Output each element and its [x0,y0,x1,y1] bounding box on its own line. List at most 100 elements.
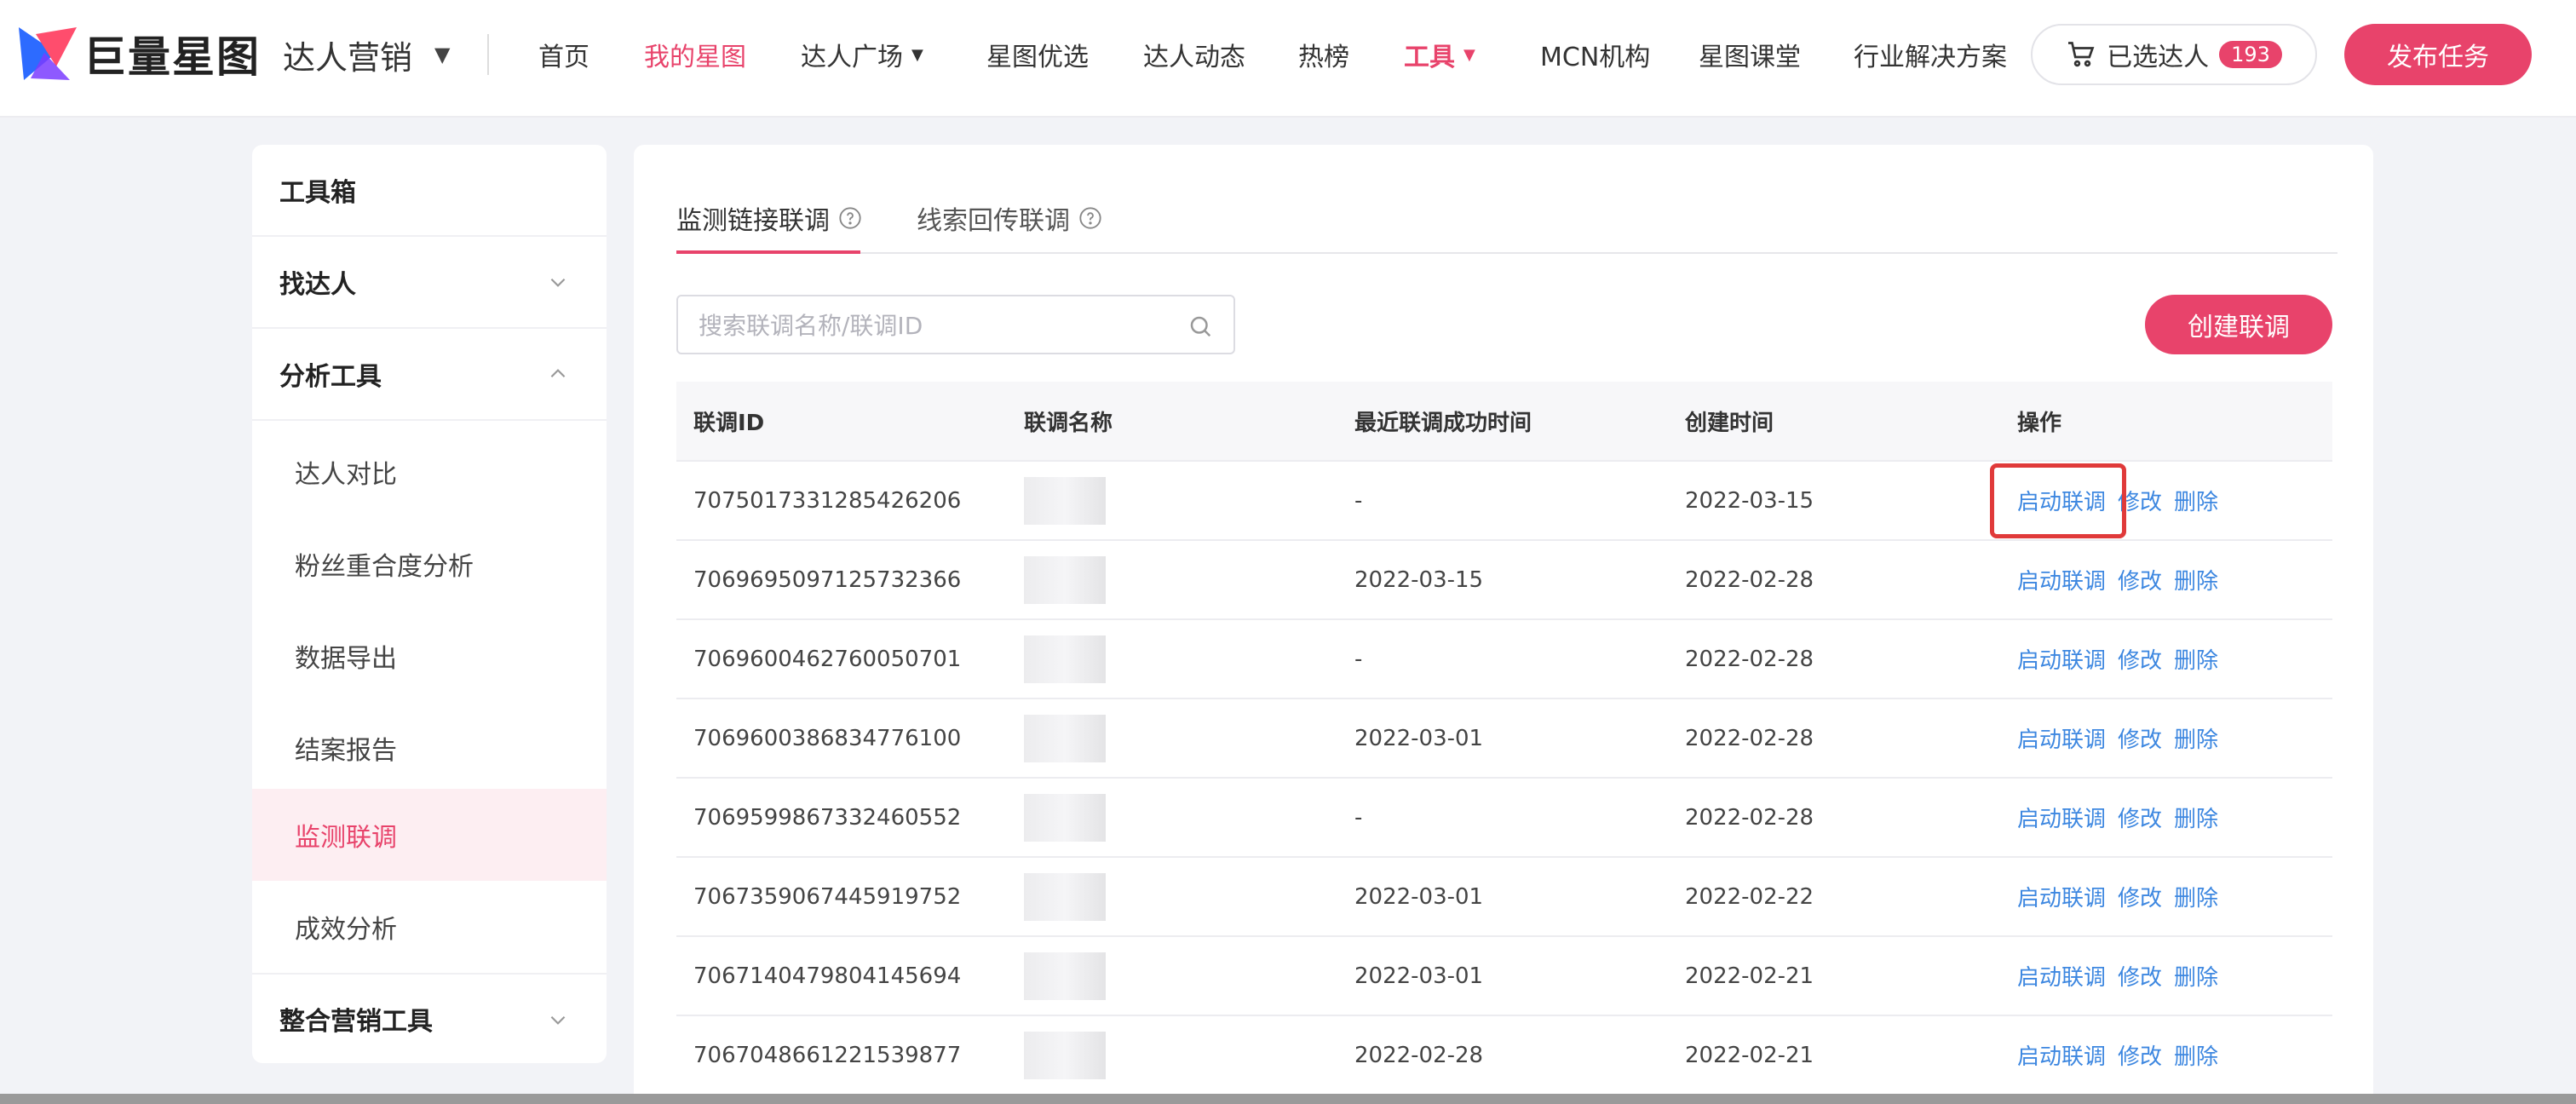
cell-last-success: 2022-03-01 [1354,725,1484,751]
help-icon[interactable] [838,206,862,230]
cell-id: 7067140479804145694 [693,963,962,989]
table-row: 7069600386834776100 2022-03-01 2022-02-28 启… [676,699,2332,779]
nav-tools[interactable]: 工具 ▼ [1404,34,1475,75]
sidebar-item-effect-analysis[interactable]: 成效分析 [252,881,607,973]
cell-last-success: 2022-03-15 [1354,566,1484,593]
edit-link[interactable]: 修改 [2118,1044,2162,1070]
cell-name [1007,541,1337,618]
delete-link[interactable]: 删除 [2174,807,2218,832]
cell-name [1007,620,1337,698]
nav-tools-label: 工具 [1404,43,1455,72]
edit-link[interactable]: 修改 [2118,727,2162,753]
cell-actions: 启动联调 修改 删除 [2000,485,2332,516]
nav-creator-square[interactable]: 达人广场 ▼ [801,34,923,75]
nav-xingtu-class[interactable]: 星图课堂 [1699,34,1801,75]
redacted-name [1024,635,1106,683]
sidebar-item-label: 成效分析 [295,915,397,945]
delete-link[interactable]: 删除 [2174,886,2218,911]
search-box [676,295,1235,354]
search-input[interactable] [699,305,1176,346]
logo[interactable]: 巨量星图 [19,27,261,82]
edit-link[interactable]: 修改 [2118,648,2162,674]
start-debug-link[interactable]: 启动联调 [2017,648,2106,674]
table-row: 7067048661221539877 2022-02-28 2022-02-21 启… [676,1016,2332,1095]
cell-created: 2022-02-21 [1685,963,1814,989]
nav-industry-solutions-label: 行业解决方案 [1854,43,2007,72]
tab-lead-callback[interactable]: 线索回传联调 [917,193,1102,244]
help-icon[interactable] [1078,206,1102,230]
sidebar-item-compare[interactable]: 达人对比 [252,426,607,518]
edit-link[interactable]: 修改 [2118,807,2162,832]
start-debug-link[interactable]: 启动联调 [2017,1044,2106,1070]
sidebar-item-report[interactable]: 结案报告 [252,702,607,794]
nav-my-xingtu-label: 我的星图 [644,43,746,72]
col-header-last-success: 最近联调成功时间 [1354,410,1532,436]
nav-hot-list[interactable]: 热榜 [1298,34,1349,75]
app-switcher-label: 达人营销 [283,38,413,77]
tab-divider [676,252,2337,254]
publish-task-button[interactable]: 发布任务 [2344,24,2532,85]
selected-creators-button[interactable]: 已选达人 193 [2031,24,2317,85]
start-debug-link[interactable]: 启动联调 [2017,965,2106,991]
start-debug-link[interactable]: 启动联调 [2017,807,2106,832]
cell-id: 7069695097125732366 [693,566,962,593]
cell-actions: 启动联调 修改 删除 [2000,802,2332,833]
nav-xingtu-select[interactable]: 星图优选 [986,34,1089,75]
delete-link[interactable]: 删除 [2174,648,2218,674]
nav-creator-news[interactable]: 达人动态 [1143,34,1245,75]
table-row: 7069599867332460552 - 2022-02-28 启动联调 修改 删除 [676,779,2332,858]
delete-link[interactable]: 删除 [2174,1044,2218,1070]
create-debug-button[interactable]: 创建联调 [2145,295,2332,354]
cell-created: 2022-02-21 [1685,1042,1814,1068]
start-debug-link[interactable]: 启动联调 [2017,886,2106,911]
cell-name [1007,858,1337,935]
nav-industry-solutions[interactable]: 行业解决方案 [1854,34,2007,75]
cell-name [1007,937,1337,1015]
start-debug-link[interactable]: 启动联调 [2017,569,2106,595]
search-icon[interactable] [1187,313,1213,339]
cell-created: 2022-02-28 [1685,566,1814,593]
sidebar-item-data-export[interactable]: 数据导出 [252,610,607,702]
redacted-name [1024,873,1106,921]
col-header-id: 联调ID [693,410,765,436]
start-debug-link[interactable]: 启动联调 [2017,727,2106,753]
delete-link[interactable]: 删除 [2174,490,2218,515]
edit-link[interactable]: 修改 [2118,569,2162,595]
sidebar-item-monitor-debug[interactable]: 监测联调 [252,789,607,881]
delete-link[interactable]: 删除 [2174,727,2218,753]
tab-monitor-link[interactable]: 监测链接联调 [676,193,862,244]
cell-last-success: - [1354,487,1363,514]
edit-link[interactable]: 修改 [2118,965,2162,991]
sidebar-item-label: 数据导出 [295,644,397,674]
app-switcher[interactable]: 达人营销 ▼ [283,31,450,78]
cell-actions: 启动联调 修改 删除 [2000,960,2332,992]
table-row: 7069600462760050701 - 2022-02-28 启动联调 修改 删除 [676,620,2332,699]
delete-link[interactable]: 删除 [2174,965,2218,991]
sidebar-item-fan-overlap[interactable]: 粉丝重合度分析 [252,518,607,610]
sidebar: 工具箱 找达人 分析工具 达人对比 粉丝重合度分析 数据导出 结案报告 监测联调… [252,145,607,1063]
sidebar-find-creators[interactable]: 找达人 [252,237,607,329]
delete-link[interactable]: 删除 [2174,569,2218,595]
cell-id: 7075017331285426206 [693,487,962,514]
col-header-actions: 操作 [2017,410,2062,436]
edit-link[interactable]: 修改 [2118,490,2162,515]
nav-my-xingtu[interactable]: 我的星图 [644,34,746,75]
cell-id: 7067048661221539877 [693,1042,962,1068]
start-debug-link[interactable]: 启动联调 [2017,490,2106,515]
main-panel: 监测链接联调 线索回传联调 创建联调 联调ID 联调名称 最近联调成功时间 创建… [634,145,2373,1104]
nav-mcn[interactable]: MCN机构 [1540,34,1650,75]
nav-mcn-label: MCN机构 [1540,43,1651,72]
cell-actions: 启动联调 修改 删除 [2000,564,2332,595]
cell-last-success: 2022-03-01 [1354,963,1484,989]
redacted-name [1024,477,1106,525]
table-row: 7069695097125732366 2022-03-15 2022-02-28 启… [676,541,2332,620]
cell-actions: 启动联调 修改 删除 [2000,1039,2332,1071]
sidebar-integrated-marketing[interactable]: 整合营销工具 [252,973,607,1063]
nav-home[interactable]: 首页 [538,34,589,75]
table-body: 7075017331285426206-2022-03-15 启动联调 修改 删除 70… [676,462,2332,1095]
edit-link[interactable]: 修改 [2118,886,2162,911]
cell-actions: 启动联调 修改 删除 [2000,881,2332,912]
table-header: 联调ID 联调名称 最近联调成功时间 创建时间 操作 [676,382,2332,462]
cell-name [1007,699,1337,777]
sidebar-analysis-tools[interactable]: 分析工具 [252,329,607,421]
